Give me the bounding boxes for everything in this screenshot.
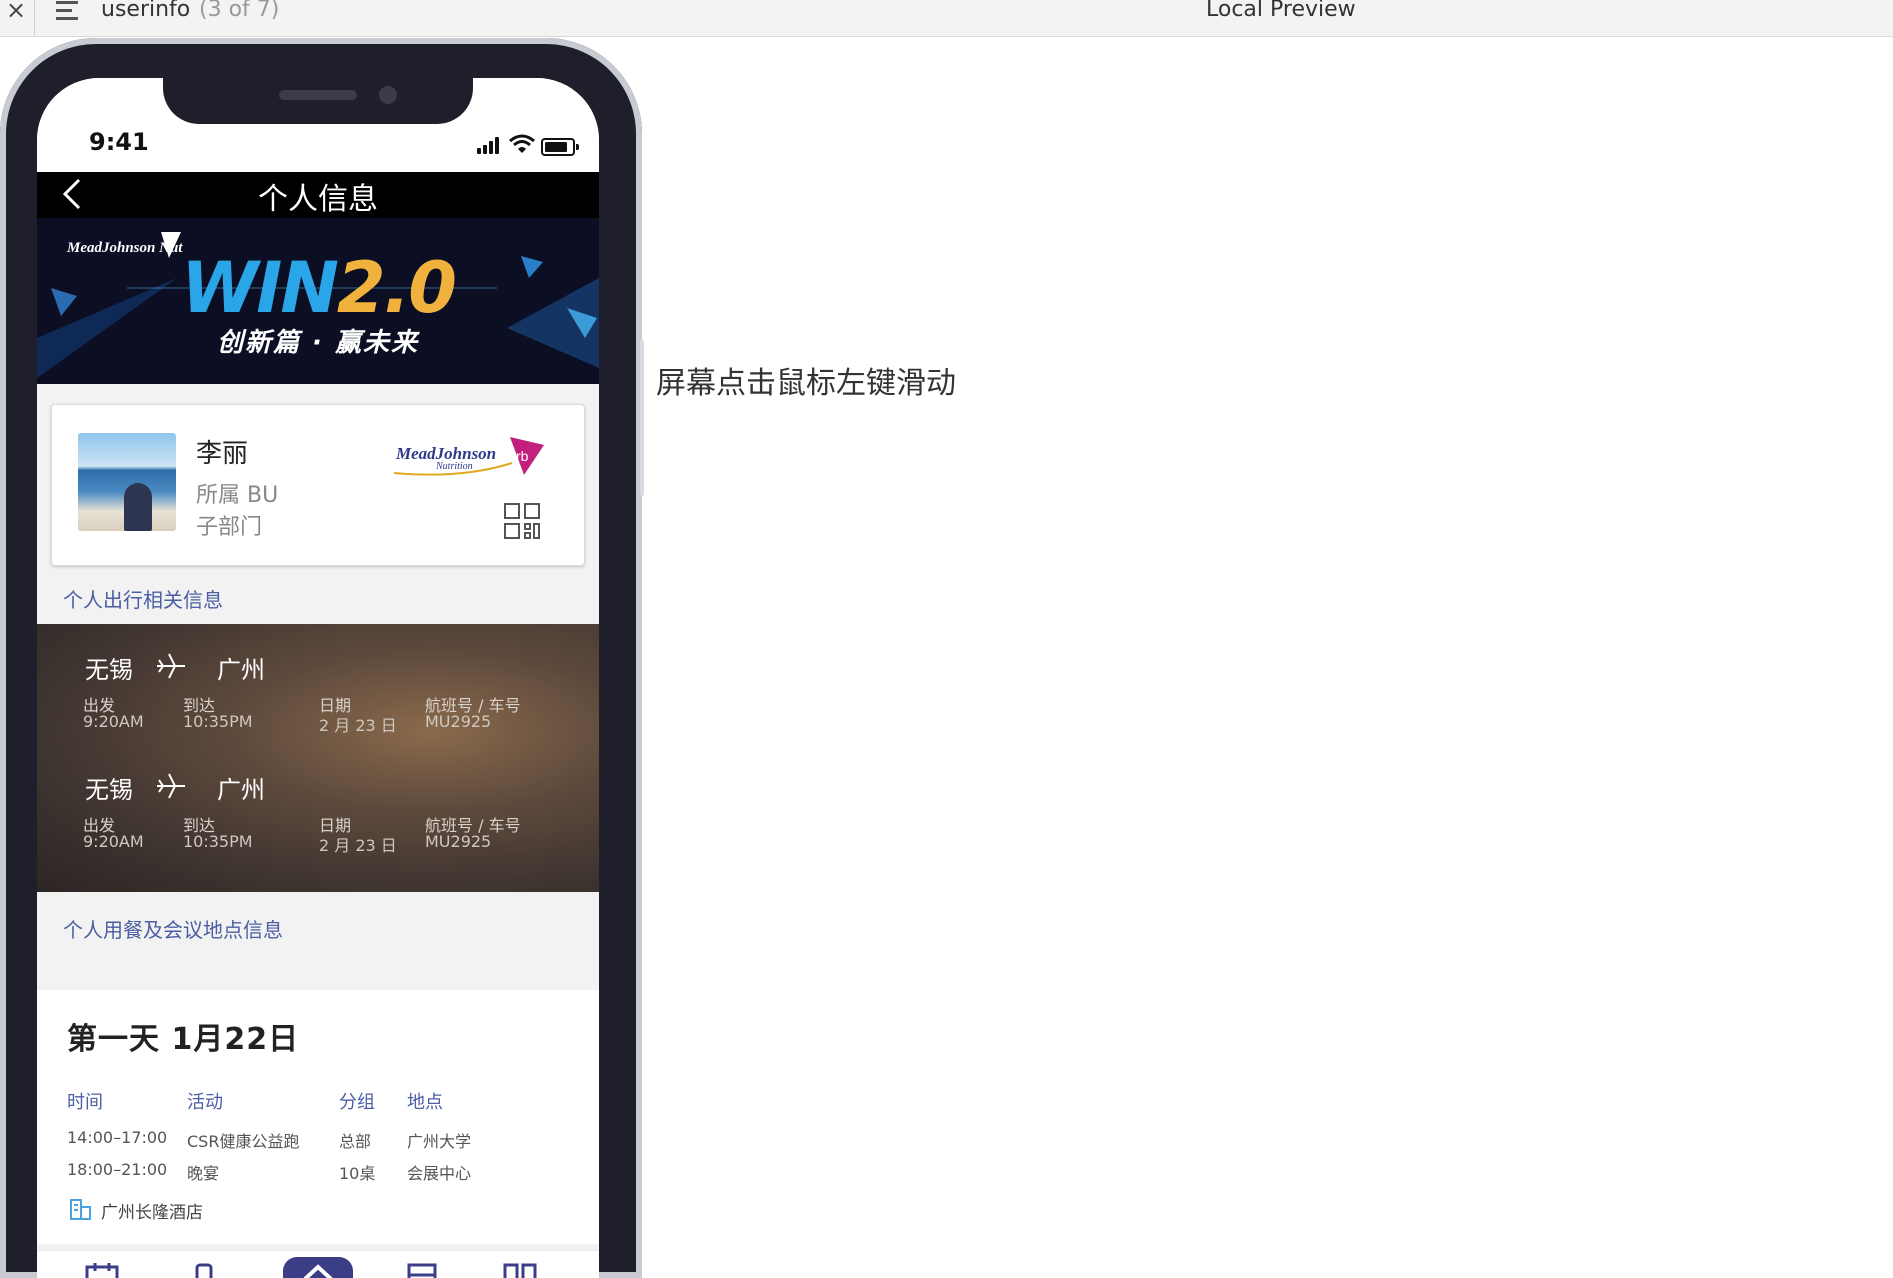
meeting-day-title: 第一天 1月22日 bbox=[67, 1022, 300, 1057]
hotel-name: 广州长隆酒店 bbox=[101, 1203, 203, 1223]
trip-destination: 广州 bbox=[217, 656, 265, 684]
airplane-icon bbox=[157, 653, 185, 679]
phone-notch bbox=[163, 78, 473, 124]
headline-version: 2.0 bbox=[336, 247, 457, 329]
trip-origin: 无锡 bbox=[85, 656, 133, 684]
speaker-grille bbox=[279, 90, 357, 100]
tab-document-icon[interactable] bbox=[405, 1261, 439, 1278]
phone-side-button bbox=[640, 340, 644, 496]
tab-contact-icon[interactable] bbox=[187, 1261, 221, 1278]
airplane-icon bbox=[157, 773, 185, 799]
meeting-section-title: 个人用餐及会议地点信息 bbox=[63, 918, 283, 942]
battery-icon bbox=[541, 138, 579, 156]
header-location: 地点 bbox=[407, 1092, 443, 1113]
scroll-hint: 屏幕点击鼠标左键滑动 bbox=[656, 366, 956, 401]
row-time: 14:00–17:00 bbox=[67, 1128, 168, 1147]
preview-label: Local Preview bbox=[1206, 0, 1356, 22]
preview-toolbar: × userinfo (3 of 7) Local Preview bbox=[0, 0, 1893, 37]
header-activity: 活动 bbox=[187, 1092, 223, 1113]
profile-card: 李丽 所属 BU 子部门 MeadJohnson Nutrition rb bbox=[51, 404, 585, 566]
home-icon bbox=[303, 1264, 333, 1278]
header-time: 时间 bbox=[67, 1092, 103, 1113]
toolbar-divider bbox=[34, 0, 35, 36]
close-icon[interactable]: × bbox=[6, 0, 26, 24]
row-activity: CSR健康公益跑 bbox=[187, 1132, 300, 1151]
row-location: 会展中心 bbox=[407, 1164, 472, 1183]
page-count: (3 of 7) bbox=[199, 0, 280, 22]
company-logo: MeadJohnson Nutrition rb bbox=[393, 437, 544, 476]
travel-list: 无锡 广州 出发 到达 日期 航班号 / 车号 9:20AM 10:35PM 2… bbox=[37, 624, 599, 892]
flight-number: MU2925 bbox=[425, 832, 492, 851]
tab-calendar-icon[interactable] bbox=[85, 1261, 119, 1278]
arrive-time: 10:35PM bbox=[183, 712, 253, 731]
trip-date: 2 月 23 日 bbox=[319, 836, 397, 855]
front-camera bbox=[379, 86, 397, 104]
row-group: 总部 bbox=[339, 1132, 372, 1151]
depart-time: 9:20AM bbox=[83, 712, 144, 731]
banner-headline: WIN2.0 bbox=[37, 248, 599, 328]
tab-bar bbox=[37, 1250, 599, 1278]
phone-frame: 9:41 个人信息 MeadJohnson WIN2.0 创新篇 · 赢未来 李… bbox=[0, 38, 642, 1278]
header-group: 分组 bbox=[339, 1092, 375, 1113]
banner-slogan: 创新篇 · 赢未来 bbox=[217, 328, 419, 358]
status-time: 9:41 bbox=[89, 128, 149, 156]
svg-text:Nutrition: Nutrition bbox=[435, 461, 473, 472]
row-group: 10桌 bbox=[339, 1164, 376, 1183]
user-name: 李丽 bbox=[196, 439, 249, 469]
trip-destination: 广州 bbox=[217, 776, 265, 804]
nav-bar: 个人信息 bbox=[37, 172, 599, 218]
tab-grid-icon[interactable] bbox=[503, 1261, 537, 1278]
depart-time: 9:20AM bbox=[83, 832, 144, 851]
flight-number: MU2925 bbox=[425, 712, 492, 731]
user-department: 子部门 bbox=[196, 515, 263, 540]
svg-text:rb: rb bbox=[516, 448, 529, 464]
qr-code-icon[interactable] bbox=[504, 503, 540, 539]
event-banner: MeadJohnson Nutrition WIN2.0 创新篇 · 赢未来 bbox=[37, 218, 599, 384]
row-location: 广州大学 bbox=[407, 1132, 472, 1151]
page-title: 个人信息 bbox=[258, 182, 378, 217]
travel-section-title: 个人出行相关信息 bbox=[63, 588, 223, 612]
wifi-icon bbox=[509, 134, 535, 153]
row-time: 18:00–21:00 bbox=[67, 1160, 168, 1179]
meeting-card: 第一天 1月22日 时间 活动 分组 地点 14:00–17:00 CSR健康公… bbox=[37, 990, 599, 1244]
avatar bbox=[78, 433, 176, 531]
menu-icon[interactable] bbox=[56, 1, 80, 23]
user-bu: 所属 BU bbox=[196, 483, 279, 508]
row-activity: 晚宴 bbox=[187, 1164, 220, 1183]
arrive-time: 10:35PM bbox=[183, 832, 253, 851]
tab-home-button[interactable] bbox=[283, 1257, 353, 1278]
headline-win: WIN bbox=[181, 247, 339, 329]
trip-date: 2 月 23 日 bbox=[319, 716, 397, 735]
signal-icon bbox=[477, 136, 505, 154]
trip-origin: 无锡 bbox=[85, 776, 133, 804]
status-bar: 9:41 bbox=[37, 78, 599, 172]
building-icon bbox=[70, 1199, 91, 1220]
phone-screen[interactable]: 9:41 个人信息 MeadJohnson WIN2.0 创新篇 · 赢未来 李… bbox=[37, 78, 599, 1278]
file-title: userinfo bbox=[101, 0, 191, 22]
